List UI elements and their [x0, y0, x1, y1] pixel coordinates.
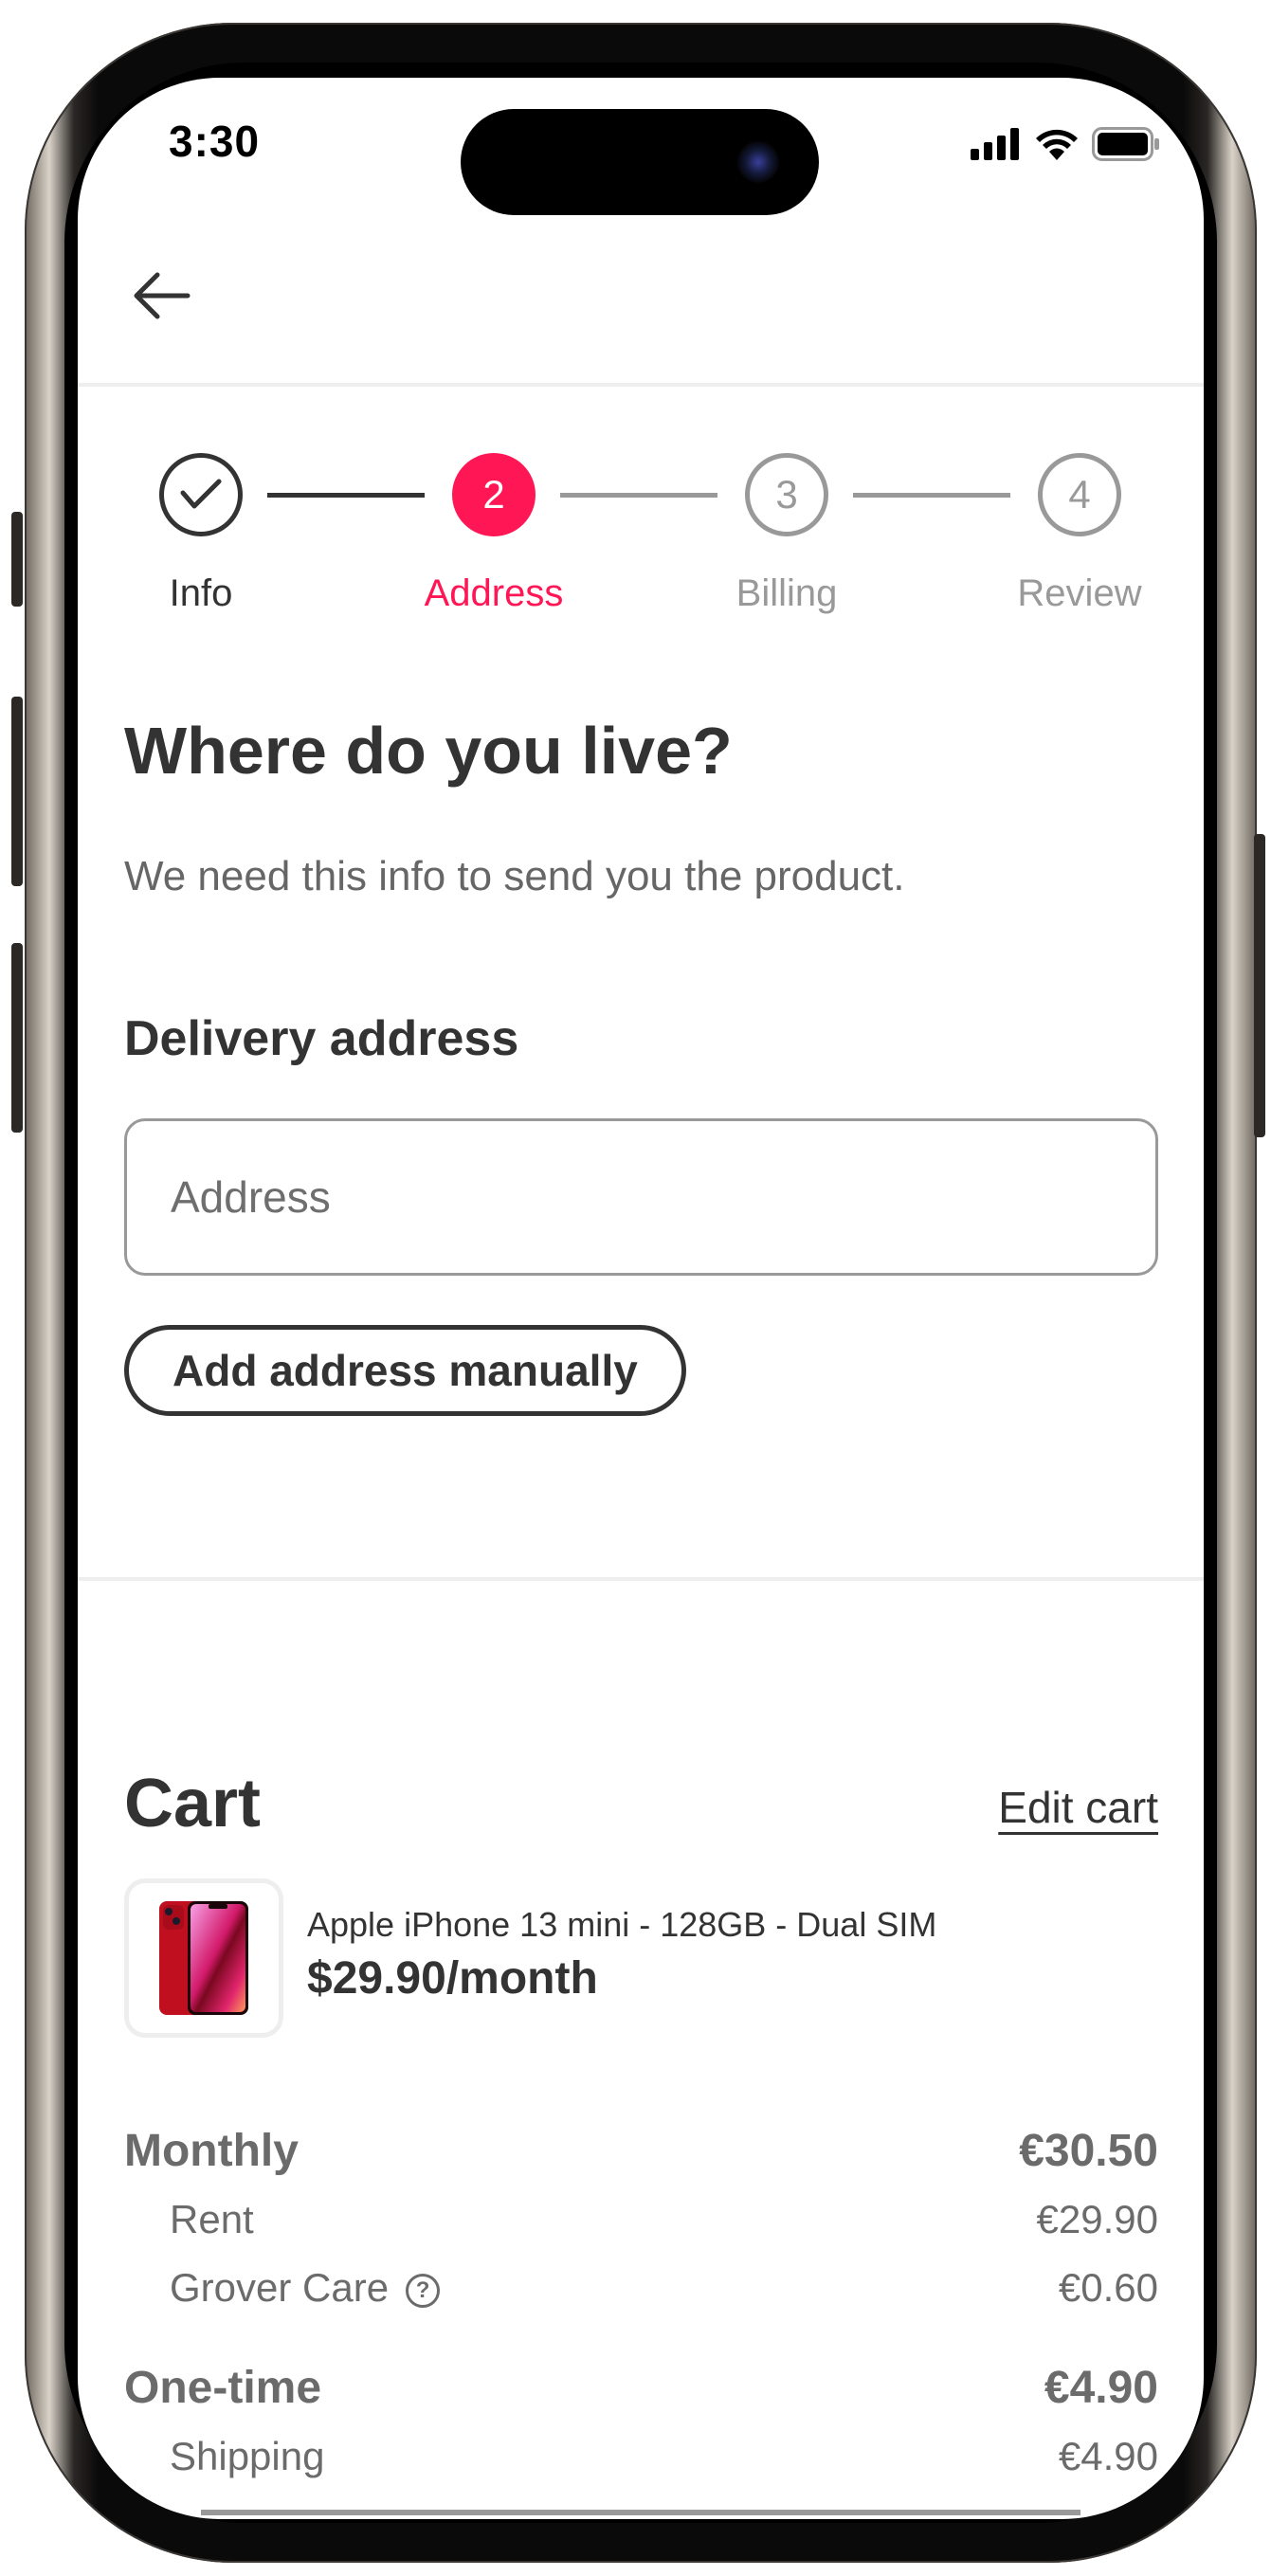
monthly-label: Monthly: [124, 2126, 299, 2176]
phone-volume-down-button: [11, 943, 23, 1133]
step-review-circle: 4: [1038, 453, 1121, 536]
step-info-label: Info: [169, 572, 233, 614]
phone-action-button: [11, 512, 23, 607]
cart-title: Cart: [124, 1766, 262, 1841]
back-button[interactable]: [125, 258, 201, 334]
summary-grover-care-row: Grover Care? €0.60: [124, 2265, 1158, 2311]
product-price: $29.90/month: [307, 1953, 598, 2004]
status-icons: [971, 127, 1160, 161]
battery-icon: [1092, 127, 1159, 161]
wifi-icon: [1036, 129, 1078, 160]
shipping-label: Shipping: [170, 2434, 325, 2478]
page-title: Where do you live?: [124, 714, 733, 788]
summary-shipping-row: Shipping €4.90: [124, 2434, 1158, 2479]
step-billing-circle: 3: [745, 453, 828, 536]
step-info-circle[interactable]: [159, 453, 243, 536]
phone-power-button: [1254, 834, 1265, 1137]
monthly-total: €30.50: [1019, 2126, 1158, 2176]
front-camera: [737, 141, 779, 183]
step-billing-label: Billing: [735, 572, 838, 614]
step-address-circle[interactable]: 2: [452, 453, 536, 536]
shipping-value: €4.90: [1058, 2434, 1158, 2478]
rent-label: Rent: [170, 2197, 254, 2241]
summary-monthly-row: Monthly €30.50: [124, 2125, 1158, 2177]
summary-rent-row: Rent €29.90: [124, 2197, 1158, 2242]
step-connector: [853, 493, 1010, 498]
step-review-label: Review: [1017, 572, 1142, 614]
step-address-label: Address: [424, 572, 564, 614]
address-input[interactable]: [124, 1118, 1158, 1276]
product-name: Apple iPhone 13 mini - 128GB - Dual SIM: [307, 1905, 937, 1944]
cellular-signal-icon: [971, 128, 1019, 160]
iphone-13-mini-red-image: [159, 1901, 248, 2015]
arrow-left-icon: [134, 272, 191, 319]
product-thumbnail: [124, 1878, 283, 2038]
header-divider: [78, 383, 1204, 387]
section-divider: [78, 1577, 1204, 1581]
grover-care-value: €0.60: [1058, 2265, 1158, 2310]
edit-cart-link[interactable]: Edit cart: [998, 1782, 1158, 1833]
delivery-address-label: Delivery address: [124, 1011, 519, 1066]
summary-one-time-row: One-time €4.90: [124, 2362, 1158, 2414]
checkmark-icon: [180, 479, 222, 509]
phone-volume-up-button: [11, 697, 23, 886]
step-connector: [560, 493, 717, 498]
one-time-label: One-time: [124, 2363, 322, 2413]
checkout-stepper: 2 3 4 Info Address Billing Review: [78, 453, 1204, 643]
help-question-icon[interactable]: ?: [406, 2273, 441, 2308]
step-connector-completed: [267, 493, 425, 498]
grover-care-label: Grover Care: [170, 2265, 390, 2310]
page-subtitle: We need this info to send you the produc…: [124, 853, 905, 899]
app-screen: 3:30 2 3 4 Info Address Billing Review W…: [78, 78, 1204, 2519]
bottom-scroll-edge: [201, 2510, 1080, 2515]
one-time-total: €4.90: [1044, 2363, 1158, 2413]
dynamic-island: [461, 109, 819, 215]
status-time: 3:30: [169, 117, 261, 166]
rent-value: €29.90: [1036, 2197, 1158, 2241]
add-address-manually-button[interactable]: Add address manually: [124, 1325, 686, 1416]
